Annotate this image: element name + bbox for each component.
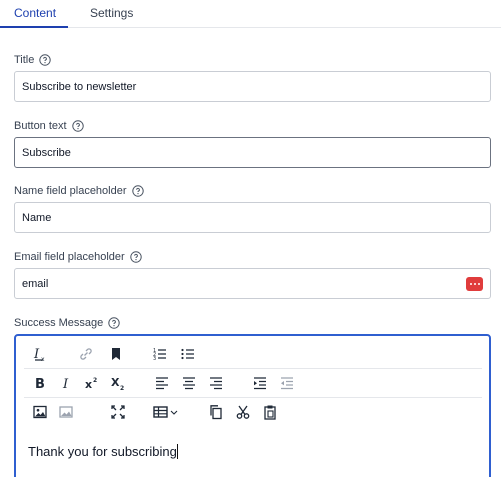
bold-icon[interactable]: B <box>30 373 50 393</box>
success-message-label-text: Success Message <box>14 317 104 329</box>
password-manager-icon[interactable] <box>466 276 483 291</box>
superscript-icon[interactable]: x2 <box>82 373 102 393</box>
cut-icon[interactable] <box>233 402 253 422</box>
editor-toolbar-row-3 <box>24 398 482 427</box>
paste-icon[interactable] <box>260 402 280 422</box>
help-icon[interactable] <box>71 120 84 132</box>
svg-text:3: 3 <box>153 356 156 362</box>
image-icon[interactable] <box>30 402 50 422</box>
email-placeholder-input[interactable]: email <box>14 268 491 299</box>
editor-content-text: Thank you for subscribing <box>28 444 177 459</box>
indent-icon[interactable] <box>250 373 270 393</box>
help-icon[interactable] <box>108 317 120 329</box>
svg-text:I: I <box>62 377 69 391</box>
tab-settings[interactable]: Settings <box>90 6 133 20</box>
email-placeholder-input-value: email <box>22 277 49 290</box>
name-placeholder-input-value: Name <box>22 211 52 224</box>
editor-content[interactable]: Thank you for subscribing <box>28 444 178 459</box>
svg-text:x: x <box>85 378 92 391</box>
text-caret <box>176 444 178 459</box>
bulleted-list-icon[interactable] <box>178 344 198 364</box>
active-tab-indicator <box>0 26 68 28</box>
clear-formatting-icon[interactable]: Ix <box>30 344 50 364</box>
media-icon[interactable] <box>56 402 76 422</box>
align-center-icon[interactable] <box>179 373 199 393</box>
editor-toolbar-row-2: B I x2 X2 <box>24 369 482 398</box>
name-placeholder-label: Name field placeholder <box>14 185 144 197</box>
email-placeholder-label: Email field placeholder <box>14 251 142 263</box>
help-icon[interactable] <box>39 54 52 66</box>
table-icon[interactable] <box>152 402 182 422</box>
title-label: Title <box>14 54 52 66</box>
title-label-text: Title <box>14 54 35 66</box>
align-right-icon[interactable] <box>206 373 226 393</box>
email-placeholder-label-text: Email field placeholder <box>14 251 125 263</box>
button-text-label: Button text <box>14 120 84 132</box>
numbered-list-icon[interactable]: 123 <box>150 344 170 364</box>
help-icon[interactable] <box>129 251 142 263</box>
align-left-icon[interactable] <box>152 373 172 393</box>
title-input-value: Subscribe to newsletter <box>22 80 137 93</box>
svg-text:X: X <box>111 376 120 389</box>
success-message-editor[interactable]: Ix 123 B I x2 X2 Thank you for subscribi… <box>14 334 491 477</box>
button-text-label-text: Button text <box>14 120 67 132</box>
svg-text:x: x <box>41 356 45 362</box>
svg-text:2: 2 <box>93 377 97 384</box>
button-text-input[interactable]: Subscribe <box>14 137 491 168</box>
svg-text:2: 2 <box>120 385 124 391</box>
title-input[interactable]: Subscribe to newsletter <box>14 71 491 102</box>
bookmark-icon[interactable] <box>106 344 126 364</box>
success-message-label: Success Message <box>14 317 120 329</box>
svg-text:B: B <box>35 377 45 391</box>
fullscreen-icon[interactable] <box>108 402 128 422</box>
button-text-input-value: Subscribe <box>22 146 71 159</box>
name-placeholder-input[interactable]: Name <box>14 202 491 233</box>
editor-toolbar-row-1: Ix 123 <box>24 340 482 369</box>
copy-icon[interactable] <box>206 402 226 422</box>
tab-content[interactable]: Content <box>14 6 56 20</box>
tab-bar: Content Settings <box>0 0 501 28</box>
outdent-icon[interactable] <box>277 373 297 393</box>
link-icon[interactable] <box>76 344 96 364</box>
name-placeholder-label-text: Name field placeholder <box>14 185 127 197</box>
help-icon[interactable] <box>131 185 144 197</box>
subscript-icon[interactable]: X2 <box>108 373 128 393</box>
italic-icon[interactable]: I <box>56 373 76 393</box>
